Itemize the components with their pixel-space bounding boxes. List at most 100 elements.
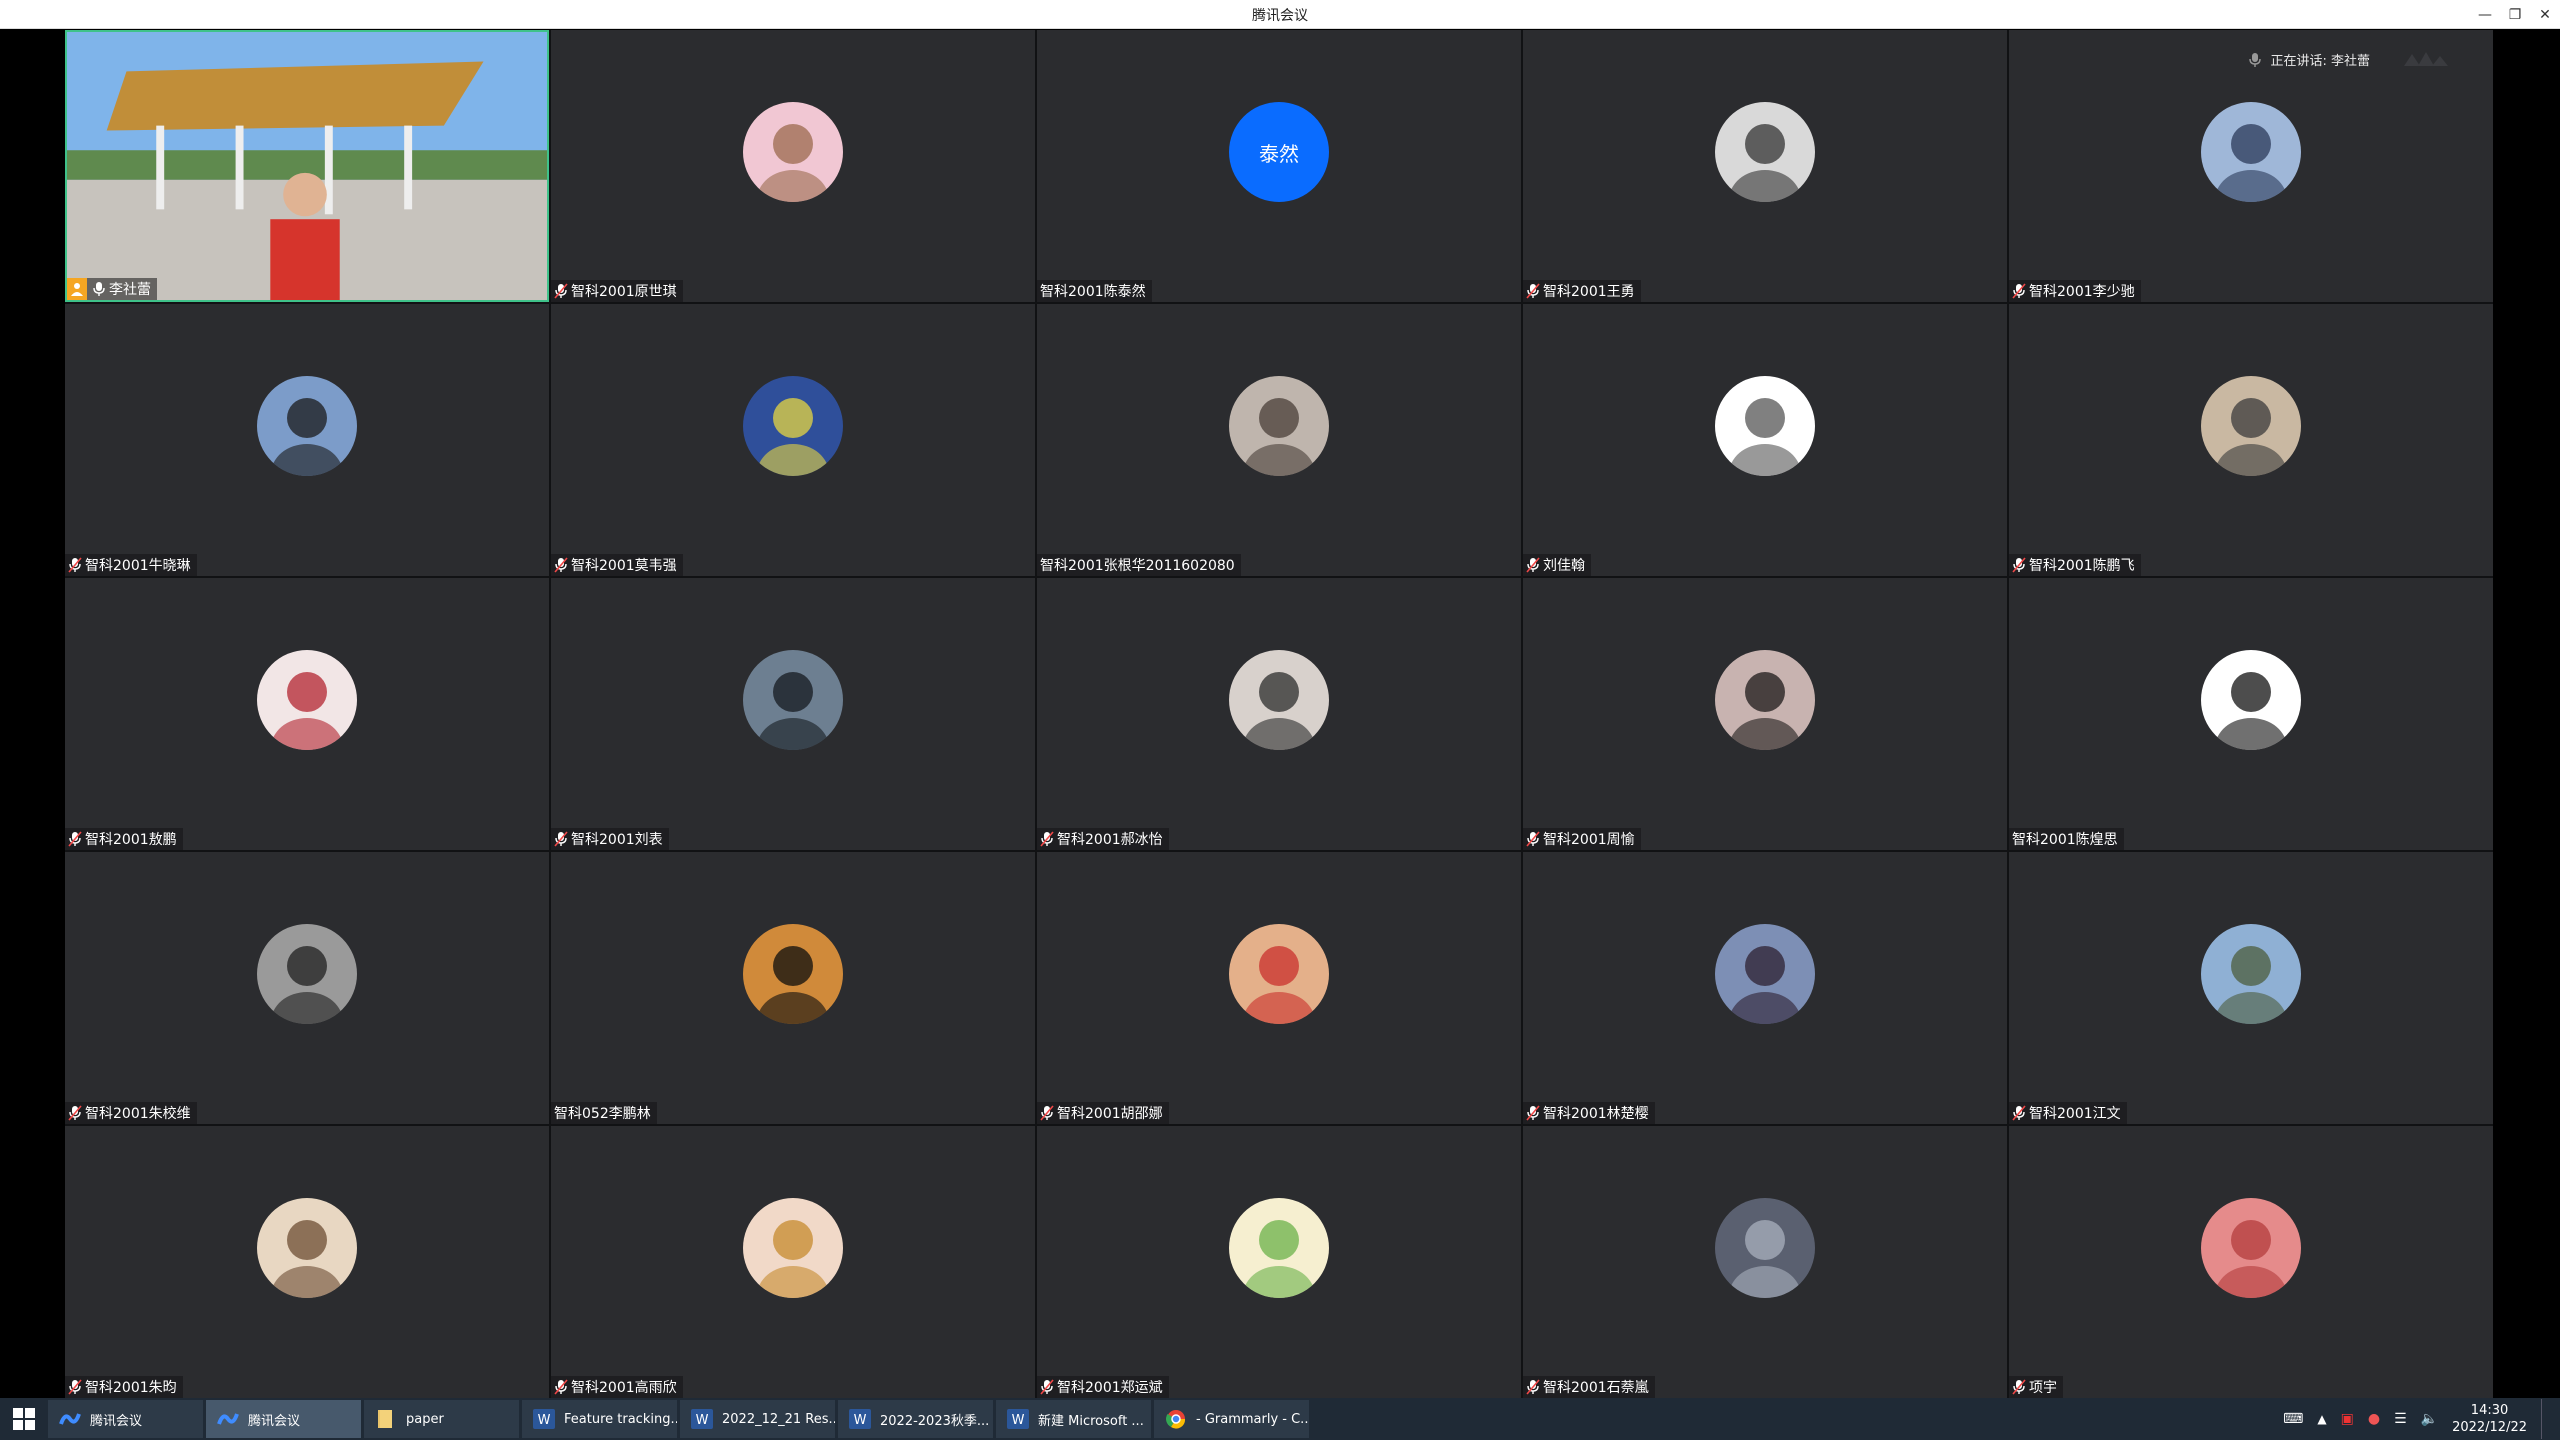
network-icon[interactable]: ☰: [2394, 1411, 2407, 1427]
participant-tile[interactable]: 智科2001敖鹏: [65, 578, 549, 850]
participant-name: 智科052李鹏林: [554, 1106, 651, 1122]
participant-tile[interactable]: 智科2001朱校维: [65, 852, 549, 1124]
avatar: [2201, 102, 2301, 203]
mic-icon: [1526, 831, 1540, 847]
participant-name: 智科2001刘表: [571, 832, 663, 848]
participant-tile[interactable]: 智科052李鹏林: [551, 852, 1035, 1124]
participant-name: 智科2001张根华2011602080: [1040, 558, 1235, 574]
start-button[interactable]: [0, 1398, 48, 1440]
taskbar-items: 腾讯会议 腾讯会议 paper W Feature tracking... W 2022_1…: [48, 1400, 1312, 1438]
folder-icon: [374, 1407, 398, 1431]
participant-nametag: 智科2001周愉: [1523, 828, 1641, 850]
participant-name: 智科2001江文: [2029, 1106, 2121, 1122]
avatar: [2201, 924, 2301, 1025]
taskbar-item[interactable]: W Feature tracking...: [522, 1400, 677, 1438]
avatar: [1715, 102, 1815, 203]
mic-icon: [554, 557, 568, 573]
mic-icon: [554, 1379, 568, 1395]
participant-tile[interactable]: 智科2001林楚樱: [1523, 852, 2007, 1124]
participant-name: 智科2001李少驰: [2029, 284, 2135, 300]
participant-tile[interactable]: 项宇: [2009, 1126, 2493, 1398]
antivirus-icon[interactable]: ▣: [2341, 1411, 2354, 1427]
mic-icon: [1526, 283, 1540, 299]
avatar: [1715, 650, 1815, 751]
participant-tile[interactable]: 智科2001刘表: [551, 578, 1035, 850]
avatar: [1715, 376, 1815, 477]
minimize-button[interactable]: —: [2470, 0, 2500, 29]
participant-tile[interactable]: 智科2001郝冰怡: [1037, 578, 1521, 850]
participant-name: 智科2001陈泰然: [1040, 284, 1146, 300]
participant-nametag: 李社蕾: [67, 278, 157, 300]
taskbar-item[interactable]: W 2022_12_21 Res...: [680, 1400, 835, 1438]
mic-icon: [1526, 1379, 1540, 1395]
participant-tile[interactable]: 智科2001周愉: [1523, 578, 2007, 850]
participant-tile[interactable]: 智科2001胡邵娜: [1037, 852, 1521, 1124]
keyboard-icon[interactable]: ⌨: [2283, 1411, 2303, 1427]
tencent-meeting-icon: [58, 1407, 82, 1431]
participant-nametag: 智科2001张根华2011602080: [1037, 554, 1241, 576]
clock-time: 14:30: [2470, 1403, 2509, 1418]
participant-name: 智科2001林楚樱: [1543, 1106, 1649, 1122]
windows-icon: [13, 1408, 35, 1430]
restore-button[interactable]: ❐: [2500, 0, 2530, 29]
participant-tile[interactable]: 智科2001张根华2011602080: [1037, 304, 1521, 576]
participant-nametag: 刘佳翰: [1523, 554, 1591, 576]
participant-tile[interactable]: 智科2001李少驰: [2009, 30, 2493, 302]
avatar: [1229, 376, 1329, 477]
participant-nametag: 智科2001王勇: [1523, 280, 1641, 302]
participant-nametag: 智科2001胡邵娜: [1037, 1102, 1169, 1124]
avatar: [257, 650, 357, 751]
mic-icon: [554, 283, 568, 299]
participant-tile[interactable]: 泰然智科2001陈泰然: [1037, 30, 1521, 302]
svg-text:W: W: [1012, 1413, 1025, 1428]
close-button[interactable]: ✕: [2530, 0, 2560, 29]
participant-name: 智科2001王勇: [1543, 284, 1635, 300]
taskbar-item[interactable]: W 2022-2023秋季...: [838, 1400, 993, 1438]
participant-tile[interactable]: 刘佳翰: [1523, 304, 2007, 576]
participant-tile[interactable]: 智科2001陈鹏飞: [2009, 304, 2493, 576]
participant-tile[interactable]: 智科2001陈煌思: [2009, 578, 2493, 850]
taskbar-item[interactable]: paper: [364, 1400, 519, 1438]
participant-tile[interactable]: 智科2001朱昀: [65, 1126, 549, 1398]
avatar-initials: 泰然: [1259, 141, 1299, 166]
tray-expand-icon[interactable]: ▲: [2317, 1412, 2326, 1426]
notification-icon[interactable]: [2541, 1399, 2550, 1439]
participant-name: 李社蕾: [109, 282, 151, 298]
taskbar-item[interactable]: W 新建 Microsoft ...: [996, 1400, 1151, 1438]
text-avatar: 泰然: [1229, 102, 1329, 203]
participant-tile[interactable]: 智科2001石萘嵐: [1523, 1126, 2007, 1398]
avatar: [1229, 1198, 1329, 1299]
participant-tile[interactable]: 智科2001原世琪: [551, 30, 1035, 302]
taskbar-item-label: 腾讯会议: [248, 1413, 301, 1429]
mic-icon: [2012, 557, 2026, 573]
participant-nametag: 项宇: [2009, 1376, 2063, 1398]
tray-app-icon[interactable]: ●: [2368, 1411, 2380, 1427]
participant-tile[interactable]: 智科2001王勇: [1523, 30, 2007, 302]
participant-nametag: 智科2001陈泰然: [1037, 280, 1152, 302]
mic-icon: [68, 1105, 82, 1121]
participant-nametag: 智科2001李少驰: [2009, 280, 2141, 302]
participant-tile[interactable]: 智科2001高雨欣: [551, 1126, 1035, 1398]
taskbar-item[interactable]: 腾讯会议: [206, 1400, 361, 1438]
mic-icon: [1526, 1105, 1540, 1121]
taskbar-item[interactable]: - Grammarly - C...: [1154, 1400, 1309, 1438]
avatar: [257, 924, 357, 1025]
participant-nametag: 智科2001刘表: [551, 828, 669, 850]
participant-name: 项宇: [2029, 1380, 2057, 1396]
participant-tile[interactable]: 智科2001莫韦强: [551, 304, 1035, 576]
mic-icon: [68, 831, 82, 847]
participant-tile[interactable]: 李社蕾: [65, 30, 549, 302]
participant-name: 智科2001陈煌思: [2012, 832, 2118, 848]
participant-nametag: 智科2001郑运斌: [1037, 1376, 1169, 1398]
avatar: [1715, 924, 1815, 1025]
avatar: [743, 1198, 843, 1299]
clock[interactable]: 14:30 2022/12/22: [2452, 1402, 2527, 1436]
taskbar-item[interactable]: 腾讯会议: [48, 1400, 203, 1438]
participant-name: 智科2001陈鹏飞: [2029, 558, 2135, 574]
participant-tile[interactable]: 智科2001牛晓琳: [65, 304, 549, 576]
participant-tile[interactable]: 智科2001江文: [2009, 852, 2493, 1124]
participant-name: 智科2001石萘嵐: [1543, 1380, 1649, 1396]
volume-icon[interactable]: 🔈: [2421, 1411, 2438, 1427]
participant-tile[interactable]: 智科2001郑运斌: [1037, 1126, 1521, 1398]
mic-icon: [1040, 831, 1054, 847]
